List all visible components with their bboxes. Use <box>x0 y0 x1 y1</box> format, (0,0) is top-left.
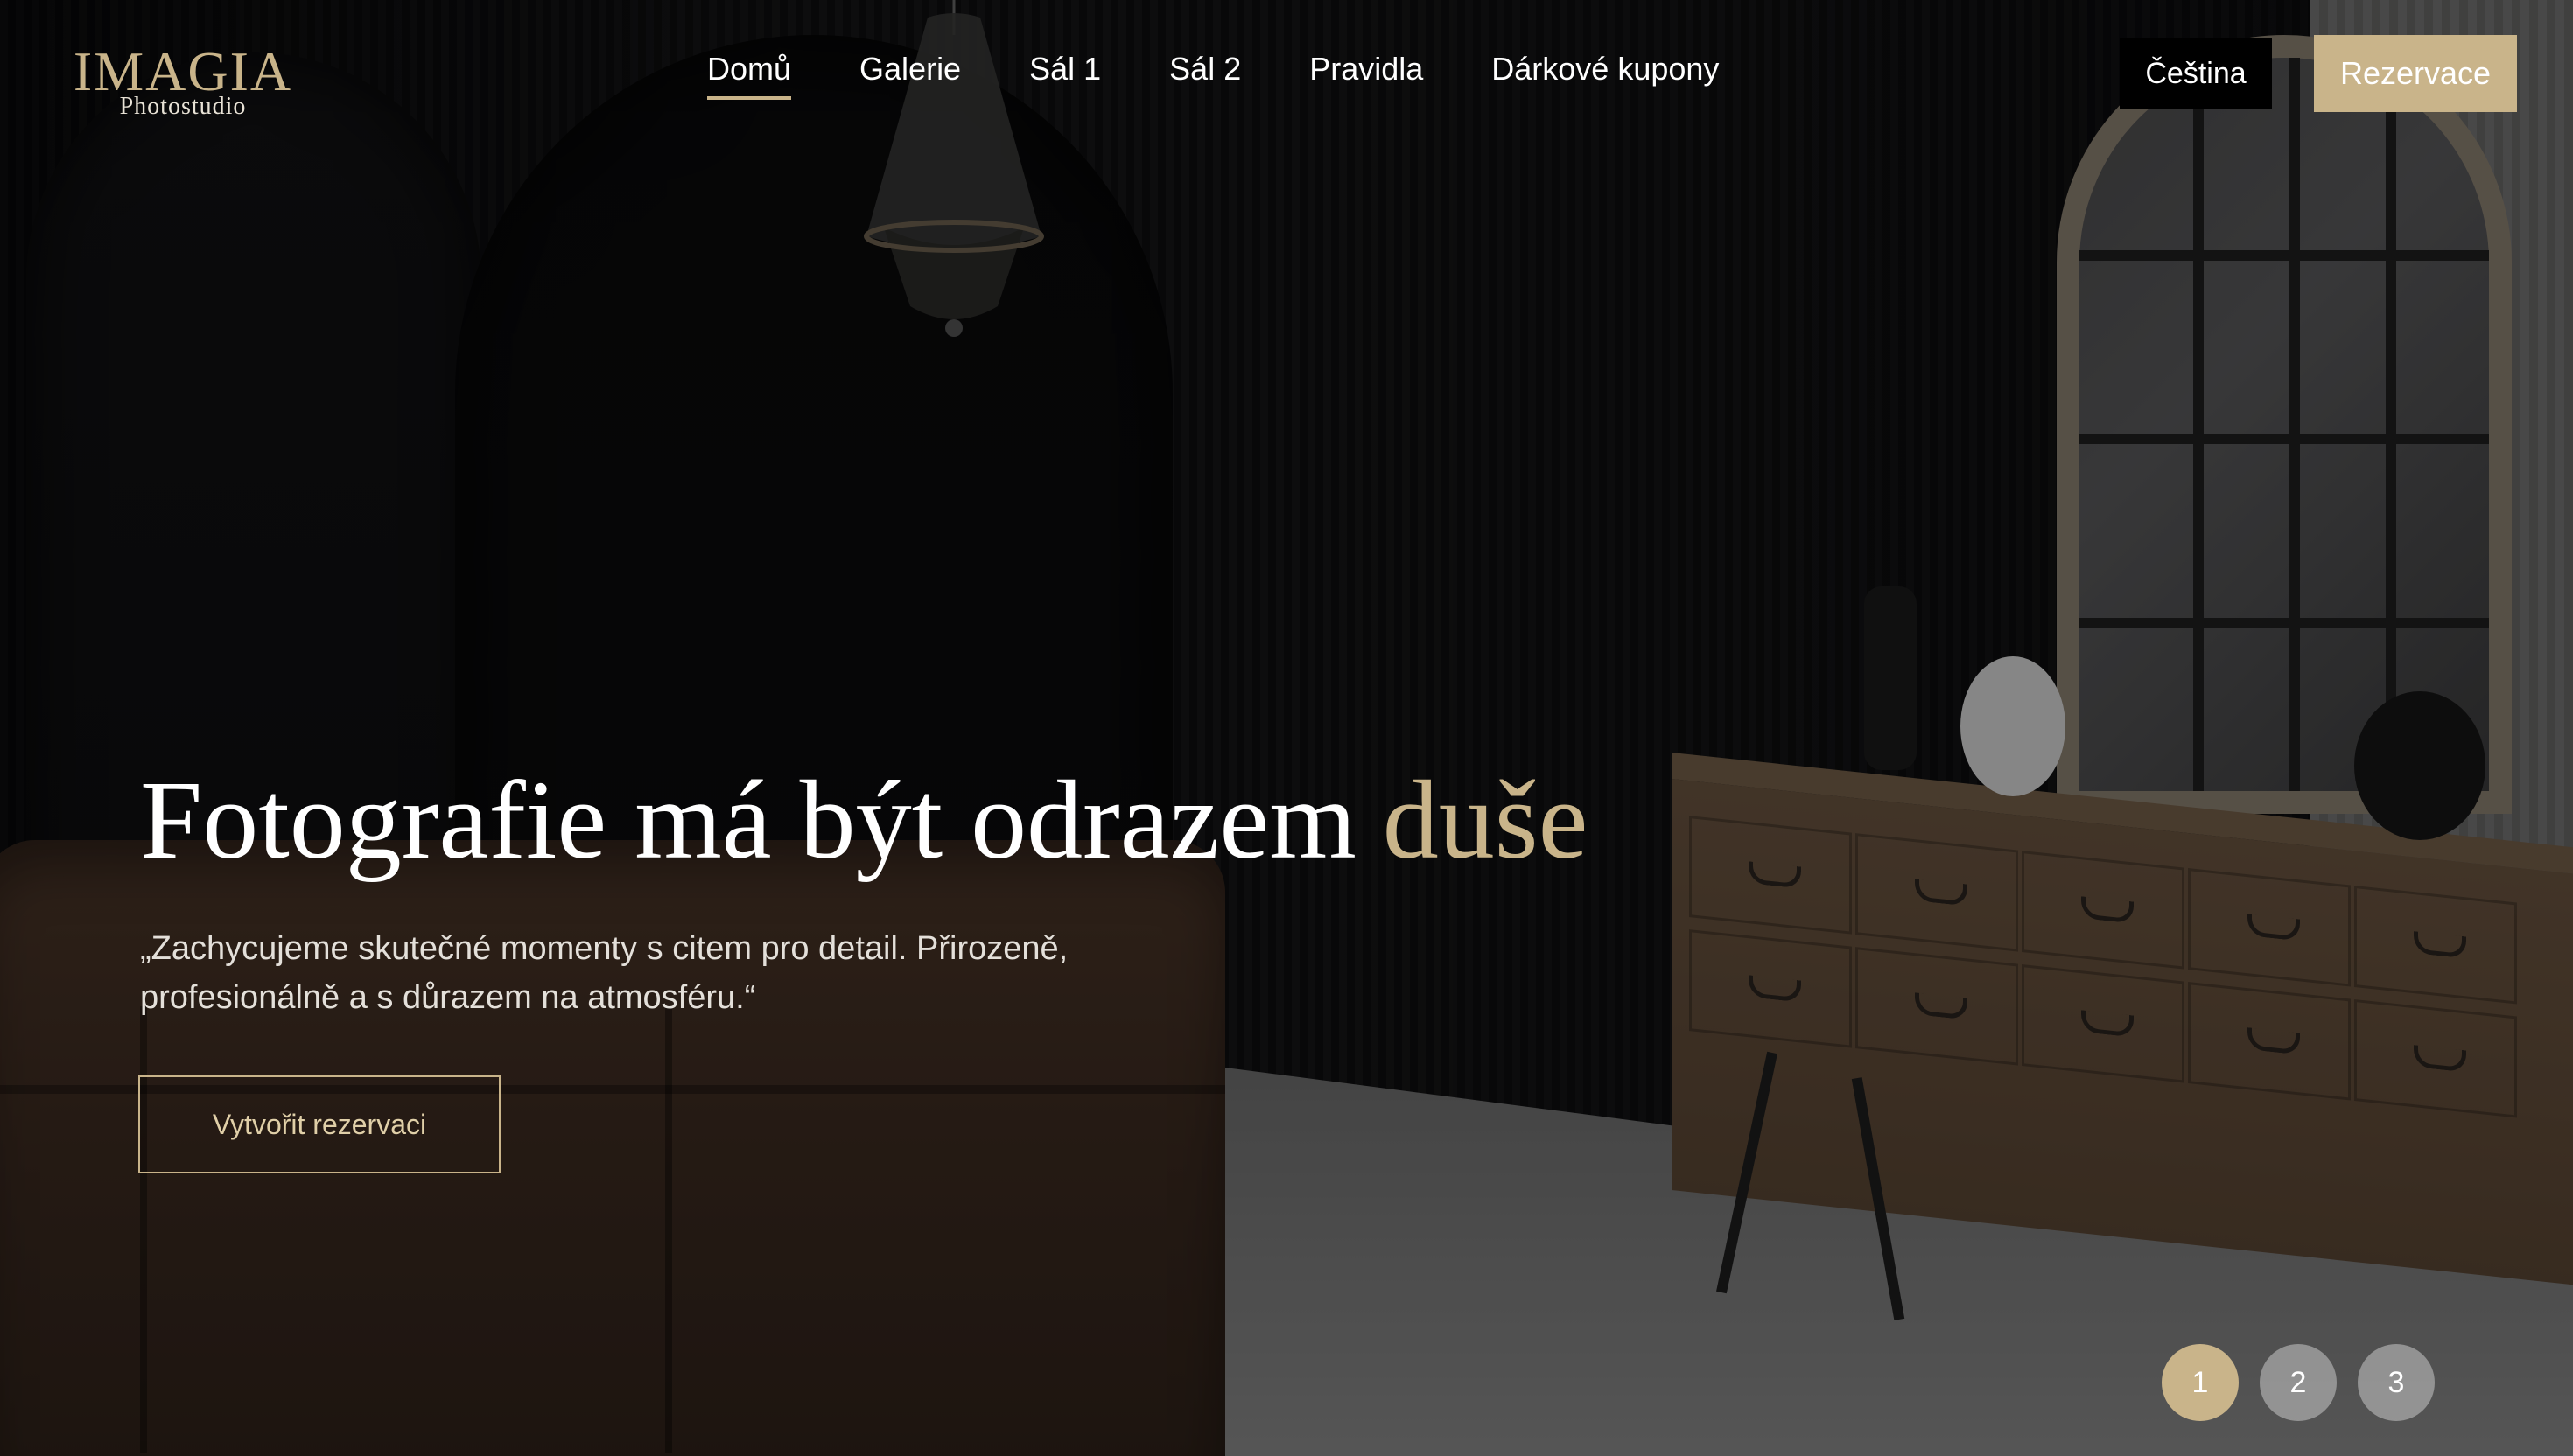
create-reservation-button[interactable]: Vytvořit rezervaci <box>138 1075 501 1173</box>
nav-item-pravidla[interactable]: Pravidla <box>1309 46 1423 100</box>
slide-dot-3[interactable]: 3 <box>2358 1344 2435 1421</box>
hero-title-accent: duše <box>1382 758 1588 882</box>
nav-item-sal-1[interactable]: Sál 1 <box>1029 46 1101 100</box>
reservation-button[interactable]: Rezervace <box>2314 35 2517 112</box>
slide-dot-1[interactable]: 1 <box>2162 1344 2239 1421</box>
hero-background-image <box>0 0 2573 1456</box>
nav-item-darkove-kupony[interactable]: Dárkové kupony <box>1491 46 1719 100</box>
language-selector-button[interactable]: Čeština <box>2120 38 2272 108</box>
nav-item-sal-2[interactable]: Sál 2 <box>1169 46 1241 100</box>
slide-dot-2[interactable]: 2 <box>2260 1344 2337 1421</box>
hero-title-main: Fotografie má být odrazem <box>140 758 1357 882</box>
hero-title: Fotografie má být odrazem duše <box>140 754 1588 886</box>
logo[interactable]: IMAGIA Photostudio <box>65 40 301 119</box>
main-navigation: Domů Galerie Sál 1 Sál 2 Pravidla Dárkov… <box>707 46 1787 100</box>
logo-wordmark: IMAGIA <box>73 40 293 102</box>
dark-overlay <box>0 0 2573 1456</box>
hero-quote: „Zachycujeme skutečné momenty s citem pr… <box>140 930 1069 1016</box>
slider-pagination: 1 2 3 <box>2162 1344 2435 1421</box>
nav-item-galerie[interactable]: Galerie <box>859 46 961 100</box>
nav-item-domu[interactable]: Domů <box>707 46 792 100</box>
